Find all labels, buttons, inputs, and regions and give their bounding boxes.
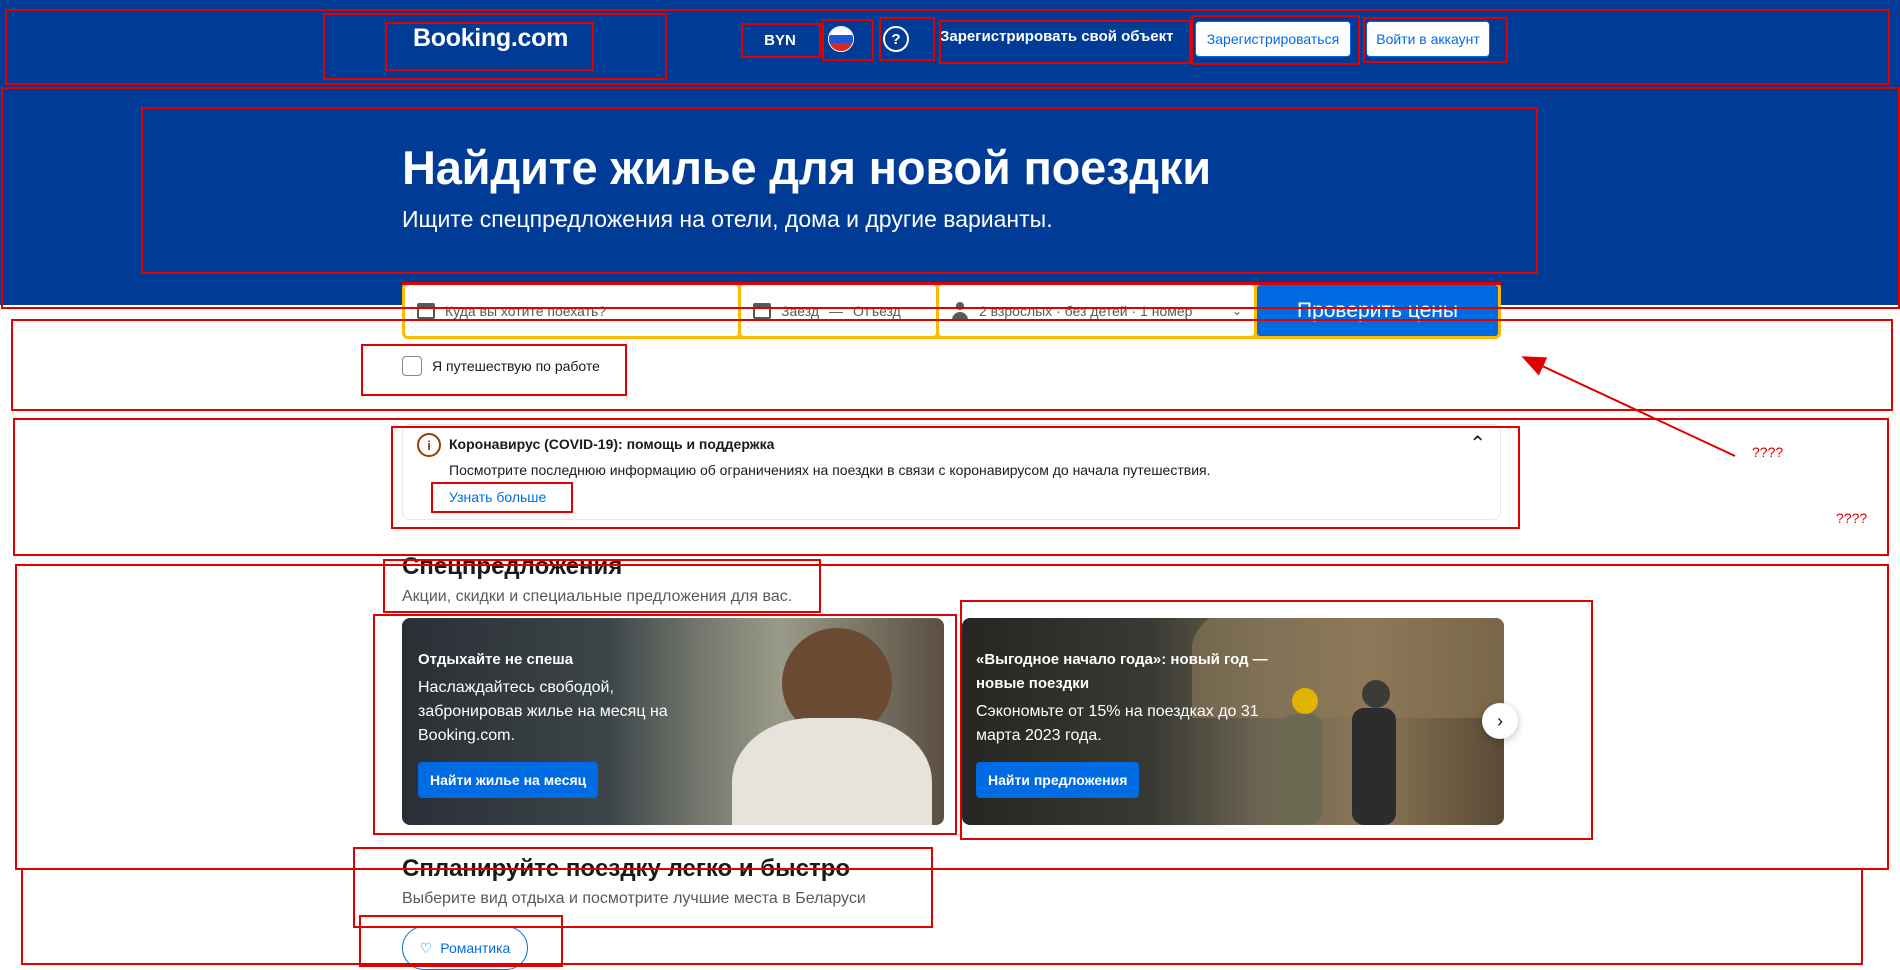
offer-card-desc: Сэкономьте от 15% на поездках до 31 март… xyxy=(976,703,1259,744)
annotation-box xyxy=(21,868,1863,965)
hiker-body-shape xyxy=(1282,714,1322,824)
checkin-label: Заезд xyxy=(781,302,820,319)
notice-title: Коронавирус (COVID-19): помощь и поддерж… xyxy=(449,436,775,452)
calendar-icon xyxy=(753,302,771,319)
offer-card-desc: Наслаждайтесь свободой, забронировав жил… xyxy=(418,679,668,744)
guests-summary: 2 взрослых · без детей · 1 номер xyxy=(979,302,1193,319)
annotation-arrow xyxy=(1521,356,1736,457)
plan-subtitle: Выберите вид отдыха и посмотрите лучшие … xyxy=(402,890,866,907)
hero-subtitle: Ищите спецпредложения на отели, дома и д… xyxy=(402,206,1053,232)
list-property-link[interactable]: Зарегистрировать свой объект xyxy=(940,28,1174,45)
date-separator: — xyxy=(829,302,844,319)
login-button[interactable]: Войти в аккаунт xyxy=(1366,21,1490,57)
laptop-photo-shape xyxy=(732,718,932,825)
find-monthly-button[interactable]: Найти жилье на месяц xyxy=(418,762,599,798)
offer-card-text: «Выгодное начало года»: новый год — новы… xyxy=(976,648,1276,748)
annotation-note: ???? xyxy=(1752,444,1784,460)
chevron-up-icon[interactable]: ⌃ xyxy=(1469,431,1486,456)
checkout-label: Отъезд xyxy=(853,302,901,319)
chevron-down-icon: ⌄ xyxy=(1231,303,1242,318)
search-submit-button[interactable]: Проверить цены xyxy=(1257,285,1498,336)
hero-title: Найдите жилье для новой поездки xyxy=(402,141,1211,194)
chevron-right-icon[interactable]: › xyxy=(1482,703,1518,739)
offer-card-monthly[interactable]: Отдыхайте не спеша Наслаждайтесь свободо… xyxy=(402,618,944,825)
covid-notice: i Коронавирус (COVID-19): помощь и подде… xyxy=(402,424,1501,520)
offers-title: Спецпредложения xyxy=(402,553,623,580)
work-trip-label: Я путешествую по работе xyxy=(432,358,600,374)
offer-card-new-year[interactable]: «Выгодное начало года»: новый год — новы… xyxy=(962,618,1504,825)
heart-icon: ♡ xyxy=(419,939,433,956)
romance-chip-label: Романтика xyxy=(440,940,511,956)
learn-more-link[interactable]: Узнать больше xyxy=(449,489,546,505)
currency-button[interactable]: BYN xyxy=(750,22,810,58)
bed-icon xyxy=(417,302,435,319)
top-navigation: Booking.com BYN ? Зарегистрировать свой … xyxy=(0,0,1900,80)
work-trip-option[interactable]: Я путешествую по работе xyxy=(402,356,600,376)
offer-card-text: Отдыхайте не спеша Наслаждайтесь свободо… xyxy=(418,648,688,748)
find-offers-button[interactable]: Найти предложения xyxy=(976,762,1140,798)
help-icon[interactable]: ? xyxy=(883,26,909,52)
offer-card-title: «Выгодное начало года»: новый год — новы… xyxy=(976,651,1268,692)
notice-text: Посмотрите последнюю информацию об огран… xyxy=(449,462,1211,478)
plan-title: Спланируйте поездку легко и быстро xyxy=(402,855,851,882)
guests-field[interactable]: 2 взрослых · без детей · 1 номер ⌄ xyxy=(939,285,1254,336)
work-trip-checkbox[interactable] xyxy=(402,356,422,376)
destination-placeholder: Куда вы хотите поехать? xyxy=(445,302,607,319)
hero-header: Booking.com BYN ? Зарегистрировать свой … xyxy=(0,0,1900,305)
romance-chip[interactable]: ♡ Романтика xyxy=(402,926,528,970)
annotation-box xyxy=(15,564,1889,870)
hiker-hat-shape xyxy=(1292,688,1318,714)
hiker2-body-shape xyxy=(1352,708,1396,825)
booking-logo[interactable]: Booking.com xyxy=(413,24,568,53)
register-button[interactable]: Зарегистрироваться xyxy=(1195,21,1351,57)
dates-field[interactable]: Заезд — Отъезд xyxy=(741,285,936,336)
search-bar: Куда вы хотите поехать? Заезд — Отъезд 2… xyxy=(402,282,1501,339)
info-icon: i xyxy=(417,433,441,457)
offers-subtitle: Акции, скидки и специальные предложения … xyxy=(402,588,793,605)
language-flag-icon[interactable] xyxy=(828,26,854,52)
destination-field[interactable]: Куда вы хотите поехать? xyxy=(405,285,738,336)
annotation-note: ???? xyxy=(1836,510,1868,526)
offer-card-title: Отдыхайте не спеша xyxy=(418,651,574,668)
person-icon xyxy=(951,301,969,320)
hiker2-hat-shape xyxy=(1362,680,1390,708)
